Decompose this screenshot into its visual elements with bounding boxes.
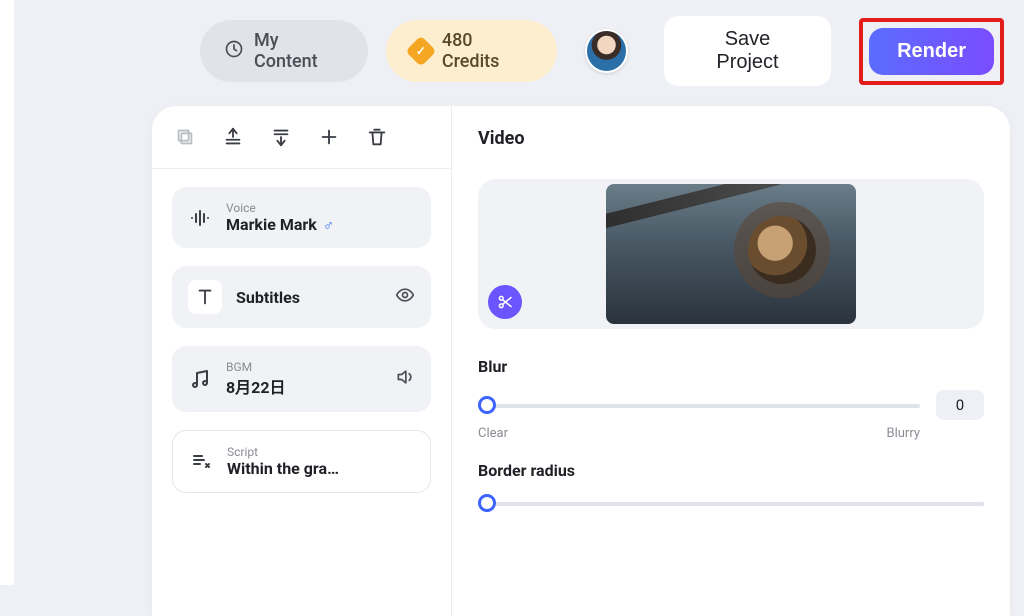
script-icon: [189, 450, 213, 474]
voice-value: Markie Mark: [226, 215, 317, 234]
my-content-label: My Content: [254, 30, 344, 72]
blur-max-label: Blurry: [886, 426, 920, 441]
border-radius-slider-thumb[interactable]: [478, 494, 496, 512]
video-section-title: Video: [478, 128, 984, 149]
send-backward-icon[interactable]: [270, 126, 292, 148]
script-card[interactable]: Script Within the gra…: [172, 430, 431, 493]
credits-label: 480 Credits: [442, 30, 533, 72]
left-panel: Voice Markie Mark ♂ Subtitles BGM 8: [152, 106, 452, 616]
render-highlight-box: Render: [859, 18, 1004, 85]
crop-button[interactable]: [488, 285, 522, 319]
blur-min-label: Clear: [478, 426, 508, 441]
video-thumbnail: [606, 184, 856, 324]
copy-icon[interactable]: [174, 126, 196, 148]
script-value: Within the gra…: [227, 459, 339, 478]
bgm-label: BGM: [226, 360, 286, 374]
bgm-card[interactable]: BGM 8月22日: [172, 346, 431, 412]
credits-icon: ✓: [406, 36, 437, 67]
trash-icon[interactable]: [366, 126, 388, 148]
voice-wave-icon: [188, 206, 212, 230]
voice-label: Voice: [226, 201, 334, 215]
subtitles-label: Subtitles: [236, 288, 300, 307]
blur-slider[interactable]: [478, 396, 920, 414]
music-icon: [188, 367, 212, 391]
credits-pill[interactable]: ✓ 480 Credits: [386, 20, 556, 82]
male-gender-icon: ♂: [323, 216, 334, 234]
blur-slider-thumb[interactable]: [478, 396, 496, 414]
my-content-pill[interactable]: My Content: [200, 20, 368, 82]
save-project-button[interactable]: Save Project: [664, 16, 831, 86]
bgm-value: 8月22日: [226, 374, 286, 398]
script-label: Script: [227, 445, 339, 459]
blur-value: 0: [936, 390, 984, 420]
clock-icon: [224, 39, 244, 64]
add-icon[interactable]: [318, 126, 340, 148]
subtitles-card[interactable]: Subtitles: [172, 266, 431, 328]
video-preview[interactable]: [478, 179, 984, 329]
render-button[interactable]: Render: [869, 28, 994, 75]
border-radius-slider[interactable]: [478, 494, 984, 512]
bring-forward-icon[interactable]: [222, 126, 244, 148]
volume-icon[interactable]: [395, 367, 415, 391]
text-icon: [188, 280, 222, 314]
avatar[interactable]: [585, 29, 628, 73]
border-radius-label: Border radius: [478, 461, 984, 480]
visibility-icon[interactable]: [395, 285, 415, 309]
voice-card[interactable]: Voice Markie Mark ♂: [172, 187, 431, 248]
right-panel: Video Blur 0 Clear Blurry Border radius: [452, 106, 1010, 616]
blur-label: Blur: [478, 357, 984, 376]
